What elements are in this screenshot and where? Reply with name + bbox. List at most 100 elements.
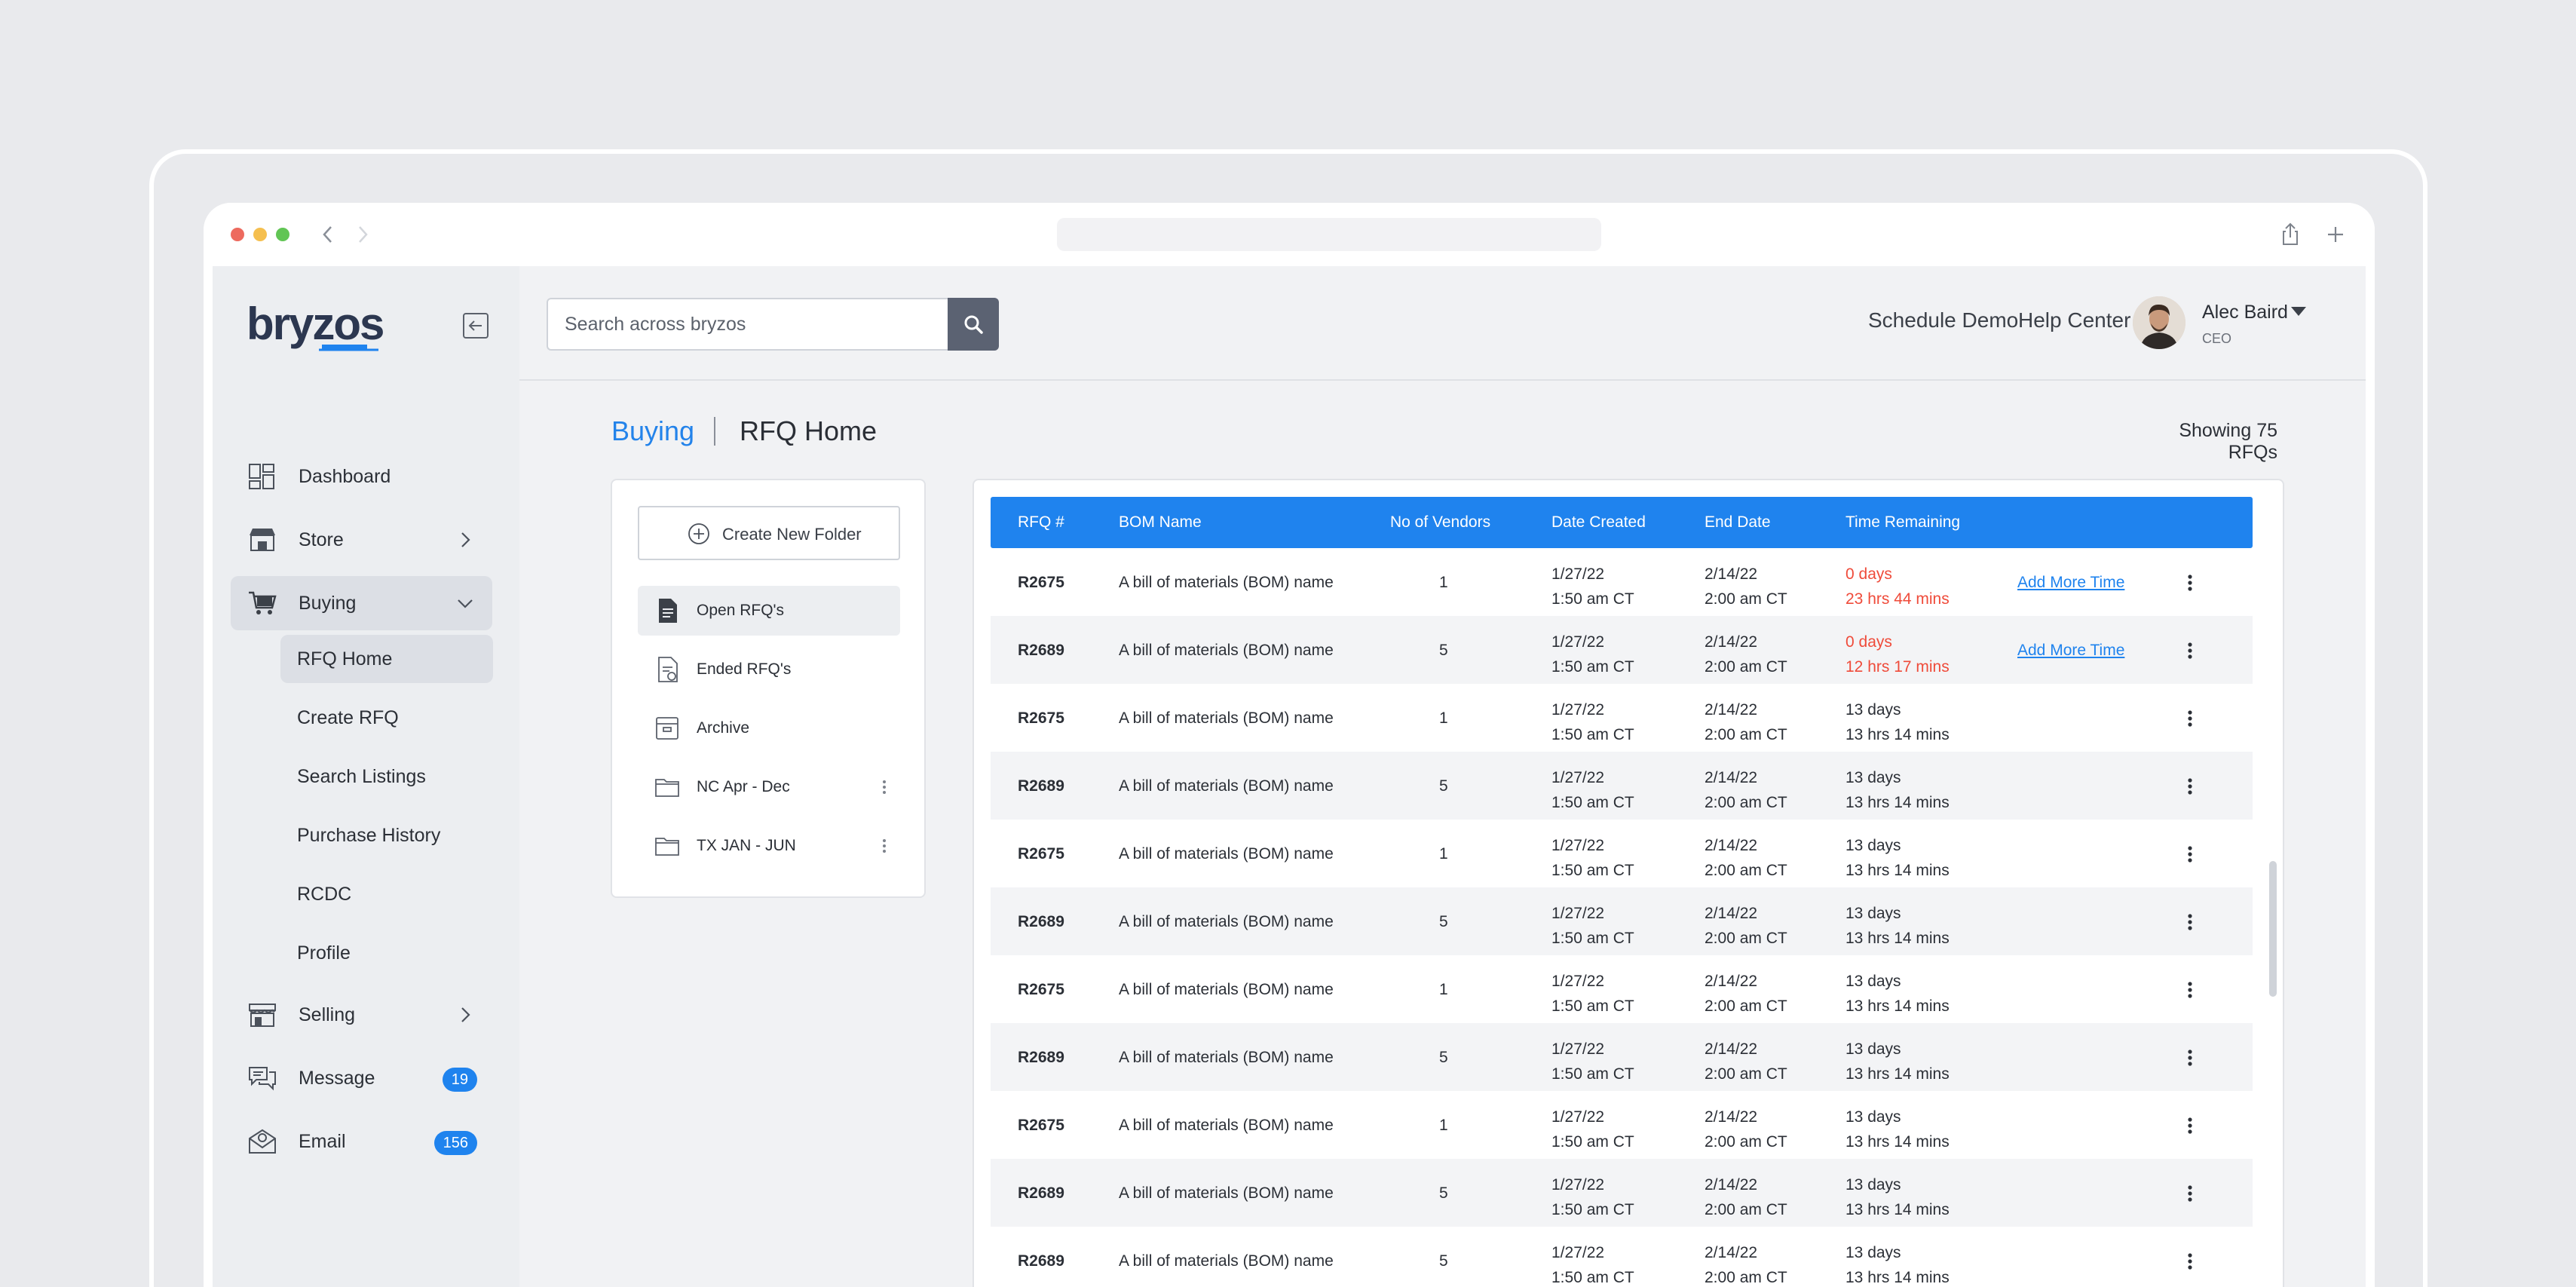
collapse-sidebar-button[interactable] — [462, 312, 489, 339]
sidebar-subitem-rcdc[interactable]: RCDC — [280, 870, 493, 918]
rfq-id[interactable]: R2675 — [1018, 981, 1064, 999]
date-created: 1/27/22 1:50 am CT — [1551, 765, 1634, 815]
end-date: 2/14/22 2:00 am CT — [1705, 697, 1787, 747]
time-remaining: 13 days 13 hrs 14 mins — [1845, 901, 1950, 951]
more-vertical-icon[interactable] — [2186, 844, 2194, 865]
table-row[interactable]: R2675 A bill of materials (BOM) name 1 1… — [991, 684, 2253, 752]
table-row[interactable]: R2675 A bill of materials (BOM) name 1 1… — [991, 820, 2253, 887]
sidebar-item-label: Selling — [299, 1004, 356, 1025]
table-row[interactable]: R2689 A bill of materials (BOM) name 5 1… — [991, 887, 2253, 955]
new-tab-icon[interactable] — [2320, 219, 2351, 250]
vendor-count: 1 — [1439, 574, 1448, 591]
minimize-window-button[interactable] — [253, 228, 267, 241]
more-vertical-icon[interactable] — [2186, 1183, 2194, 1204]
more-vertical-icon[interactable] — [2186, 979, 2194, 1000]
rfq-id[interactable]: R2675 — [1018, 1117, 1064, 1135]
sidebar-item-selling[interactable]: Selling — [231, 988, 492, 1042]
rfq-id[interactable]: R2689 — [1018, 1049, 1064, 1067]
table-row[interactable]: R2675 A bill of materials (BOM) name 1 1… — [991, 1091, 2253, 1159]
more-vertical-icon[interactable] — [2186, 1047, 2194, 1068]
avatar[interactable] — [2133, 296, 2185, 349]
column-header-vendors[interactable]: No of Vendors — [1390, 513, 1490, 532]
browser-window: bryzos Dashboard Store Buying RFQ Home C… — [204, 203, 2375, 1287]
table-row[interactable]: R2689 A bill of materials (BOM) name 5 1… — [991, 752, 2253, 820]
rfq-id[interactable]: R2689 — [1018, 913, 1064, 931]
column-header-date-created[interactable]: Date Created — [1551, 513, 1646, 532]
breadcrumb-section[interactable]: Buying — [611, 415, 694, 447]
more-vertical-icon[interactable] — [2186, 1251, 2194, 1272]
more-vertical-icon[interactable] — [2186, 708, 2194, 729]
table-row[interactable]: R2675 A bill of materials (BOM) name 1 1… — [991, 955, 2253, 1023]
more-vertical-icon[interactable] — [881, 835, 888, 857]
column-header-rfq[interactable]: RFQ # — [1018, 513, 1064, 532]
folder-label: Archive — [697, 719, 750, 737]
table-row[interactable]: R2689 A bill of materials (BOM) name 5 1… — [991, 1159, 2253, 1227]
sidebar-subitem-profile[interactable]: Profile — [280, 929, 493, 977]
sidebar-subitem-rfq-home[interactable]: RFQ Home — [280, 635, 493, 683]
caret-down-icon[interactable] — [2290, 305, 2308, 317]
remaining-days: 13 days — [1845, 905, 1901, 922]
table-row[interactable]: R2689 A bill of materials (BOM) name 5 1… — [991, 616, 2253, 684]
created-date: 1/27/22 — [1551, 565, 1605, 583]
rfq-id[interactable]: R2675 — [1018, 709, 1064, 728]
user-name[interactable]: Alec Baird — [2202, 302, 2288, 323]
sidebar-subitem-label: RFQ Home — [297, 648, 393, 670]
more-vertical-icon[interactable] — [881, 776, 888, 798]
sidebar-item-dashboard[interactable]: Dashboard — [231, 449, 492, 504]
bryzos-logo[interactable]: bryzos — [247, 299, 412, 353]
column-header-time-remaining[interactable]: Time Remaining — [1845, 513, 1960, 532]
search-button[interactable] — [948, 298, 999, 351]
sidebar-item-message[interactable]: Message 19 — [231, 1051, 492, 1105]
document-filled-icon — [654, 597, 680, 624]
sidebar-item-buying[interactable]: Buying — [231, 576, 492, 630]
table-row[interactable]: R2689 A bill of materials (BOM) name 5 1… — [991, 1023, 2253, 1091]
column-header-bom[interactable]: BOM Name — [1119, 513, 1202, 532]
close-window-button[interactable] — [231, 228, 244, 241]
remaining-days: 0 days — [1845, 633, 1892, 651]
more-vertical-icon[interactable] — [2186, 640, 2194, 661]
folder-nc-apr-dec[interactable]: NC Apr - Dec — [638, 762, 900, 812]
sidebar-item-store[interactable]: Store — [231, 513, 492, 567]
end-date: 2/14/22 2:00 am CT — [1705, 1172, 1787, 1222]
url-bar[interactable] — [1057, 218, 1601, 251]
end-date: 2/14/22 2:00 am CT — [1705, 969, 1787, 1019]
add-more-time-link[interactable]: Add More Time — [2017, 574, 2124, 592]
date-created: 1/27/22 1:50 am CT — [1551, 1037, 1634, 1086]
bom-name: A bill of materials (BOM) name — [1119, 981, 1334, 998]
add-more-time-link[interactable]: Add More Time — [2017, 642, 2124, 660]
search-input[interactable] — [547, 298, 948, 351]
shop-icon — [247, 1001, 277, 1028]
table-row[interactable]: R2675 A bill of materials (BOM) name 1 1… — [991, 548, 2253, 616]
more-vertical-icon[interactable] — [2186, 1115, 2194, 1136]
rfq-id[interactable]: R2689 — [1018, 1252, 1064, 1270]
column-header-end-date[interactable]: End Date — [1705, 513, 1771, 532]
table-row[interactable]: R2689 A bill of materials (BOM) name 5 1… — [991, 1227, 2253, 1287]
remaining-days: 13 days — [1845, 973, 1901, 990]
forward-arrow-icon[interactable] — [351, 219, 374, 250]
rfq-id[interactable]: R2689 — [1018, 642, 1064, 660]
rfq-id[interactable]: R2675 — [1018, 574, 1064, 592]
folder-archive[interactable]: Archive — [638, 703, 900, 753]
schedule-demo-link[interactable]: Schedule Demo — [1868, 308, 2018, 332]
sidebar-subitem-purchase-history[interactable]: Purchase History — [280, 811, 493, 860]
back-arrow-icon[interactable] — [317, 219, 339, 250]
help-center-link[interactable]: Help Center — [2018, 308, 2130, 332]
folder-open-rfqs[interactable]: Open RFQ's — [638, 586, 900, 636]
maximize-window-button[interactable] — [276, 228, 289, 241]
scrollbar-thumb[interactable] — [2269, 861, 2277, 997]
folder-ended-rfqs[interactable]: Ended RFQ's — [638, 645, 900, 694]
vendor-count: 5 — [1439, 642, 1448, 659]
sidebar-subitem-search-listings[interactable]: Search Listings — [280, 752, 493, 801]
end-date-value: 2/14/22 — [1705, 837, 1758, 854]
sidebar-item-email[interactable]: Email 156 — [231, 1114, 492, 1169]
more-vertical-icon[interactable] — [2186, 572, 2194, 593]
create-folder-button[interactable]: Create New Folder — [638, 506, 900, 560]
more-vertical-icon[interactable] — [2186, 776, 2194, 797]
rfq-id[interactable]: R2689 — [1018, 1184, 1064, 1203]
rfq-id[interactable]: R2675 — [1018, 845, 1064, 863]
share-icon[interactable] — [2275, 219, 2305, 250]
sidebar-subitem-create-rfq[interactable]: Create RFQ — [280, 694, 493, 742]
more-vertical-icon[interactable] — [2186, 912, 2194, 933]
folder-tx-jan-jun[interactable]: TX JAN - JUN — [638, 821, 900, 871]
rfq-id[interactable]: R2689 — [1018, 777, 1064, 795]
